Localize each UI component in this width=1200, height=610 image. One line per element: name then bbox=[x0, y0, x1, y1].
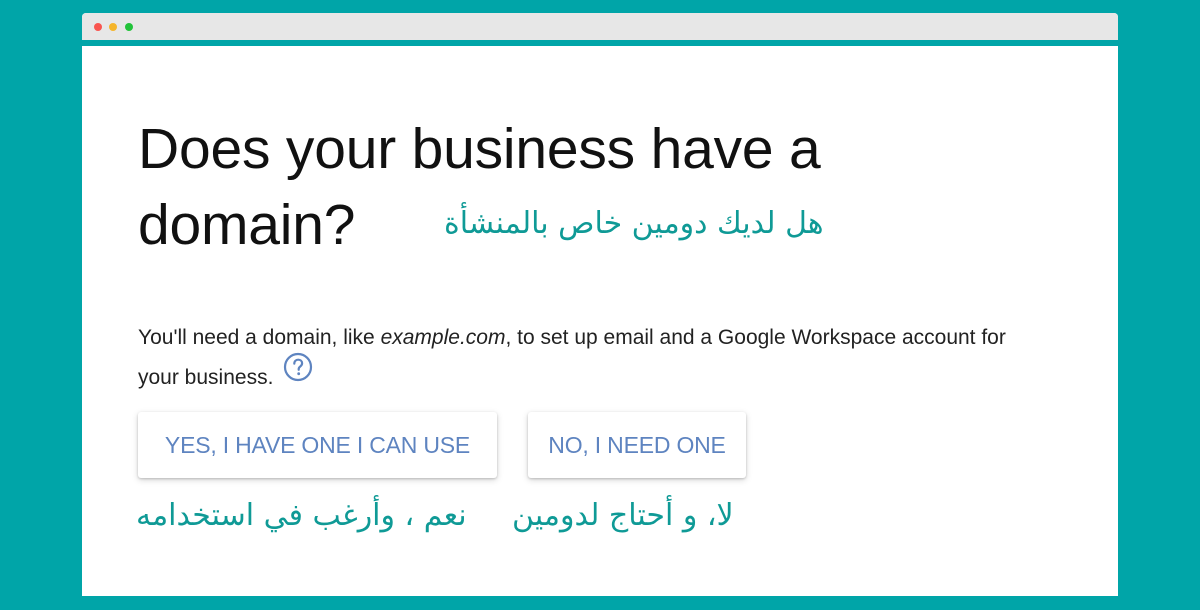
description-text-start: You'll need a domain, like bbox=[138, 326, 381, 349]
domain-description: You'll need a domain, like example.com, … bbox=[138, 318, 1048, 398]
no-arabic-annotation: لا، و أحتاج لدومين bbox=[512, 498, 734, 533]
yes-arabic-annotation: نعم ، وأرغب في استخدامه bbox=[136, 498, 467, 533]
page-background: { "window": { "controls": ["close", "min… bbox=[0, 0, 1200, 610]
heading-arabic-annotation: هل لديك دومين خاص بالمنشأة bbox=[444, 206, 824, 241]
window-titlebar bbox=[82, 13, 1118, 46]
close-window-icon[interactable] bbox=[94, 23, 102, 31]
example-domain: example.com bbox=[380, 326, 506, 349]
browser-window: Does your business have a domain? هل لدي… bbox=[82, 13, 1118, 596]
zoom-window-icon[interactable] bbox=[125, 23, 133, 31]
help-circle-icon[interactable] bbox=[283, 352, 313, 396]
no-need-domain-button[interactable]: NO, I NEED ONE bbox=[528, 412, 746, 478]
yes-have-domain-button[interactable]: YES, I HAVE ONE I CAN USE bbox=[138, 412, 497, 478]
minimize-window-icon[interactable] bbox=[109, 23, 117, 31]
